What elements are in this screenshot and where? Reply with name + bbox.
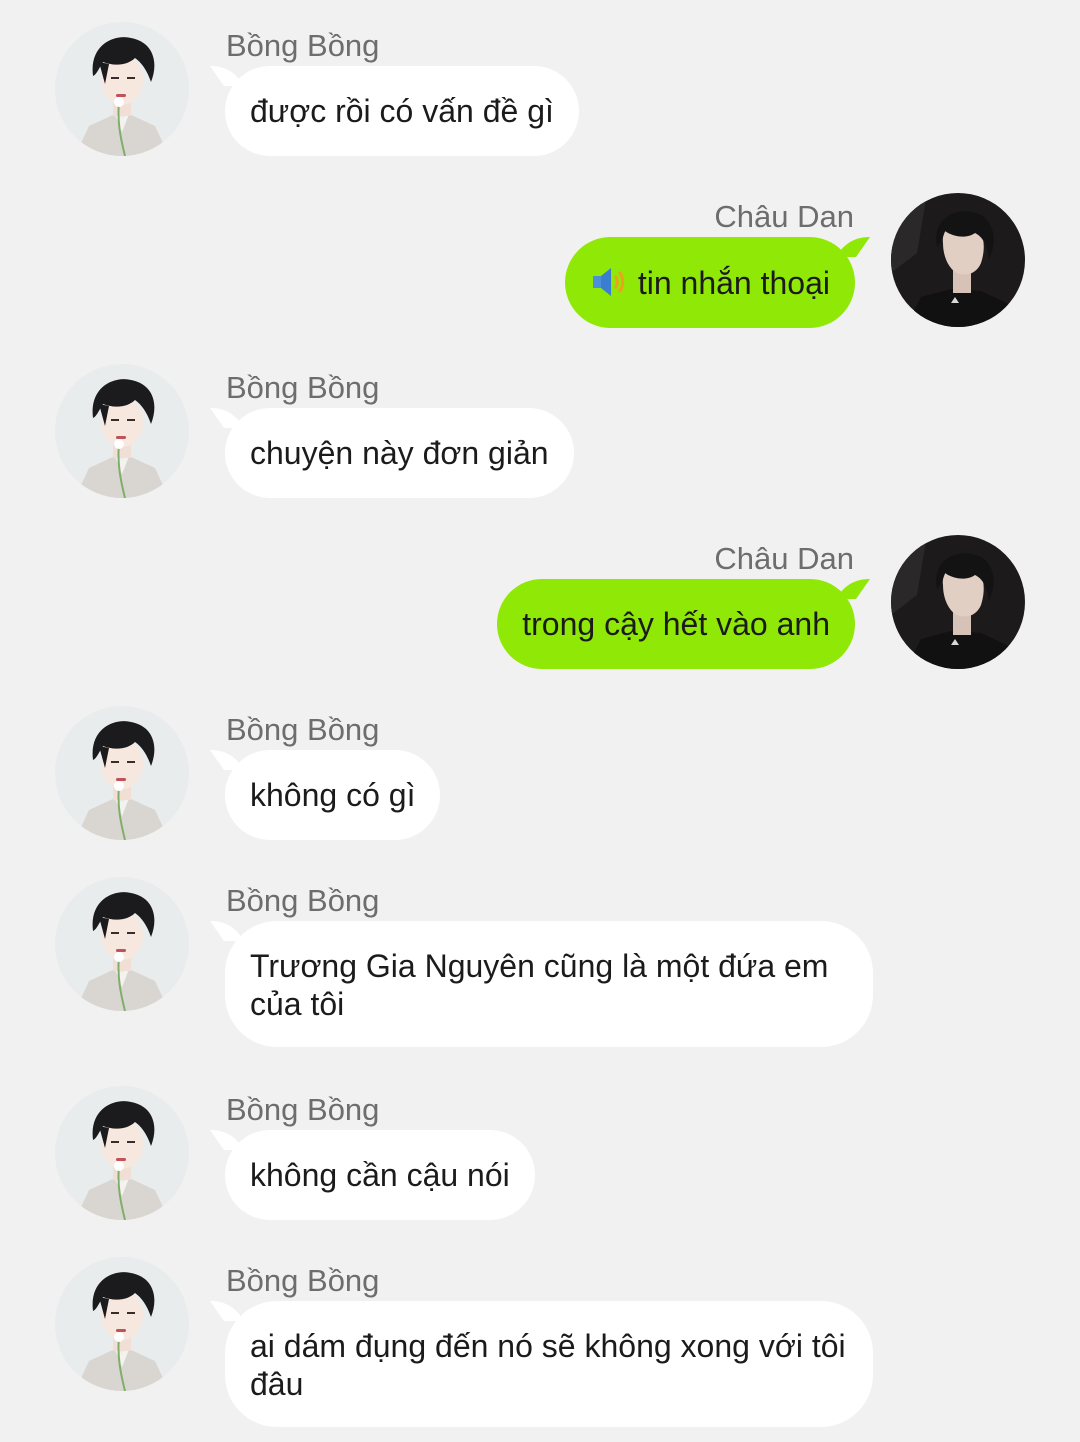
- sender-name: Bồng Bồng: [226, 1092, 380, 1127]
- message-bubble[interactable]: chuyện này đơn giản: [225, 408, 574, 498]
- sender-name: Bồng Bồng: [226, 370, 380, 405]
- bubble-tail: [210, 1297, 240, 1321]
- message-text: ai dám đụng đến nó sẽ không xong với tôi…: [250, 1328, 846, 1402]
- message-text: không cần cậu nói: [250, 1157, 510, 1193]
- avatar[interactable]: [55, 1257, 189, 1391]
- message-bubble[interactable]: trong cậy hết vào anh: [497, 579, 855, 669]
- sender-name: Bồng Bồng: [226, 1263, 380, 1298]
- avatar[interactable]: [55, 877, 189, 1011]
- message-bubble[interactable]: Trương Gia Nguyên cũng là một đứa em của…: [225, 921, 873, 1047]
- message-bubble[interactable]: không cần cậu nói: [225, 1130, 535, 1220]
- sender-name: Châu Dan: [714, 199, 854, 234]
- sender-name: Bồng Bồng: [226, 883, 380, 918]
- message-text: được rồi có vấn đề gì: [250, 93, 554, 129]
- sender-name: Châu Dan: [714, 541, 854, 576]
- avatar[interactable]: [55, 22, 189, 156]
- sender-name: Bồng Bồng: [226, 712, 380, 747]
- message-bubble[interactable]: không có gì: [225, 750, 441, 840]
- avatar[interactable]: [55, 706, 189, 840]
- message-text: chuyện này đơn giản: [250, 435, 549, 471]
- message-bubble[interactable]: được rồi có vấn đề gì: [225, 66, 579, 156]
- avatar[interactable]: [891, 193, 1025, 327]
- message-text: trong cậy hết vào anh: [522, 606, 830, 642]
- avatar[interactable]: [55, 364, 189, 498]
- voice-message-bubble[interactable]: tin nhắn thoại: [564, 237, 855, 328]
- message-text: không có gì: [250, 777, 416, 813]
- message-bubble[interactable]: ai dám đụng đến nó sẽ không xong với tôi…: [225, 1301, 873, 1427]
- message-text: tin nhắn thoại: [637, 265, 830, 301]
- bubble-tail: [210, 917, 240, 941]
- avatar[interactable]: [55, 1086, 189, 1220]
- sender-name: Bồng Bồng: [226, 28, 380, 63]
- avatar[interactable]: [891, 535, 1025, 669]
- message-text: Trương Gia Nguyên cũng là một đứa em của…: [250, 948, 829, 1022]
- speaker-icon: [590, 263, 628, 301]
